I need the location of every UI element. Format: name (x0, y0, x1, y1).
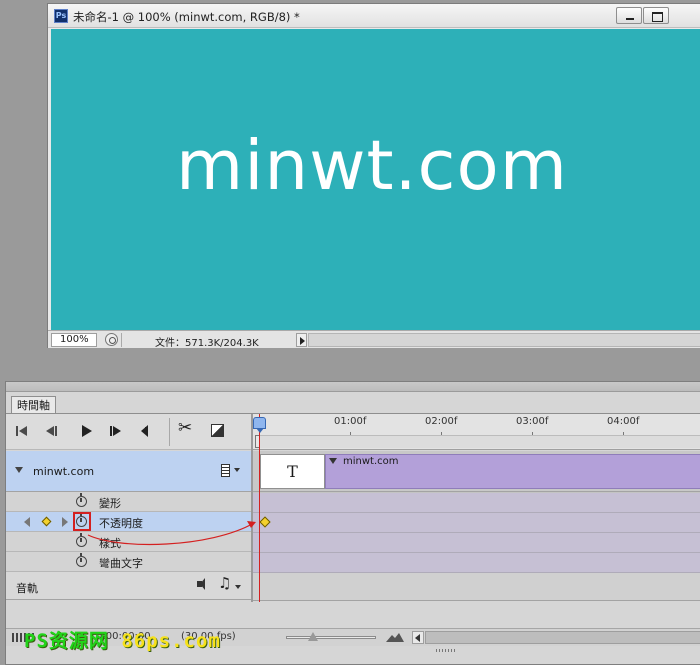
property-row-warp-text[interactable]: 彎曲文字 (6, 552, 251, 572)
ruler-label: 03:00f (516, 416, 549, 427)
document-title: 未命名-1 @ 100% (minwt.com, RGB/8) * (73, 10, 300, 24)
mute-icon[interactable] (141, 423, 157, 439)
document-titlebar[interactable]: Ps 未命名-1 @ 100% (minwt.com, RGB/8) * (48, 4, 700, 28)
file-size-readout: 文件：571.3K/204.3K (155, 338, 259, 349)
resize-grip[interactable] (436, 649, 456, 652)
property-row-opacity[interactable]: 不透明度 (6, 512, 251, 532)
next-keyframe-icon[interactable] (62, 517, 68, 527)
zoom-in-mountain-icon[interactable] (386, 632, 404, 642)
work-area-bar[interactable] (257, 435, 700, 448)
previous-keyframe-icon[interactable] (24, 517, 30, 527)
maximize-button[interactable] (643, 7, 669, 24)
property-row-transform[interactable]: 變形 (6, 492, 251, 512)
panel-header-strip[interactable] (6, 382, 700, 392)
property-track (253, 513, 700, 533)
layer-row[interactable]: minwt.com (6, 451, 251, 492)
document-window: Ps 未命名-1 @ 100% (minwt.com, RGB/8) * min… (47, 3, 700, 349)
track-area[interactable]: T minwt.com (253, 451, 700, 601)
next-frame-icon[interactable] (110, 423, 126, 439)
audio-track-label: 音軌 (16, 582, 38, 595)
horizontal-scrollbar[interactable] (308, 333, 700, 347)
photoshop-icon: Ps (54, 9, 68, 23)
timeline-panel: 時間軸 ✂ 01:00f 02:00f 03:00f 04:00f minwt.… (5, 381, 700, 665)
tab-timeline[interactable]: 時間軸 (11, 396, 56, 414)
ruler-label: 04:00f (607, 416, 640, 427)
property-label: 彎曲文字 (99, 557, 143, 570)
playhead-line (259, 414, 260, 602)
scissors-icon[interactable]: ✂ (178, 420, 192, 437)
playhead-handle[interactable] (253, 417, 266, 433)
property-track (253, 533, 700, 553)
chevron-down-icon[interactable] (235, 585, 241, 589)
play-icon[interactable] (80, 423, 96, 439)
transition-icon[interactable] (211, 424, 224, 437)
ruler-label: 01:00f (334, 416, 367, 427)
audio-track-row[interactable]: 音軌 ♫ (6, 572, 251, 600)
property-label: 樣式 (99, 537, 121, 550)
status-menu-arrow-icon[interactable] (296, 333, 307, 347)
ruler-label: 02:00f (425, 416, 458, 427)
zoom-slider-knob[interactable] (308, 632, 318, 641)
layer-name: minwt.com (33, 465, 95, 478)
canvas-text: minwt.com (176, 126, 568, 206)
controls-divider (169, 418, 170, 446)
timeline-hscroll[interactable] (425, 631, 700, 644)
watermark-site-name: PS资源网 (24, 630, 109, 652)
property-row-style[interactable]: 樣式 (6, 532, 251, 552)
timeline-zoom-slider[interactable] (286, 636, 376, 639)
highlight-box (73, 512, 91, 531)
music-note-icon[interactable]: ♫ (218, 576, 231, 591)
stopwatch-icon[interactable] (76, 493, 87, 507)
clip-thumbnail[interactable]: T (260, 454, 325, 489)
layer-track: T minwt.com (253, 451, 700, 492)
watermark-domain: 86ps.com (121, 630, 221, 652)
audio-track (253, 573, 700, 601)
stopwatch-icon[interactable] (76, 553, 87, 567)
zoom-level-field[interactable]: 100% (51, 333, 97, 347)
document-canvas[interactable]: minwt.com (51, 29, 700, 330)
filmstrip-icon[interactable] (221, 464, 230, 477)
first-frame-icon[interactable] (16, 423, 32, 439)
clip-name: minwt.com (343, 456, 399, 467)
property-label: 不透明度 (99, 517, 143, 530)
prev-frame-icon[interactable] (46, 423, 62, 439)
add-keyframe-icon[interactable] (41, 516, 52, 527)
status-divider (121, 333, 122, 347)
property-track (253, 493, 700, 513)
minimize-button[interactable] (616, 7, 642, 24)
speaker-icon[interactable] (197, 578, 205, 590)
info-icon[interactable] (105, 333, 118, 346)
watermark: PS资源网 86ps.com (24, 626, 221, 653)
status-bar: 100% 文件：571.3K/204.3K (48, 330, 700, 349)
clip-menu-triangle-icon[interactable] (329, 458, 337, 464)
stopwatch-icon[interactable] (76, 533, 87, 547)
playback-controls: ✂ (6, 414, 251, 450)
collapse-triangle-icon[interactable] (15, 467, 23, 473)
chevron-down-icon[interactable] (234, 468, 240, 472)
scroll-left-arrow-icon[interactable] (412, 631, 424, 644)
property-track (253, 553, 700, 573)
property-label: 變形 (99, 497, 121, 510)
time-ruler[interactable]: 01:00f 02:00f 03:00f 04:00f (253, 414, 700, 450)
layer-clip[interactable]: minwt.com (325, 454, 700, 489)
keyframe-diamond-icon[interactable] (259, 516, 271, 528)
